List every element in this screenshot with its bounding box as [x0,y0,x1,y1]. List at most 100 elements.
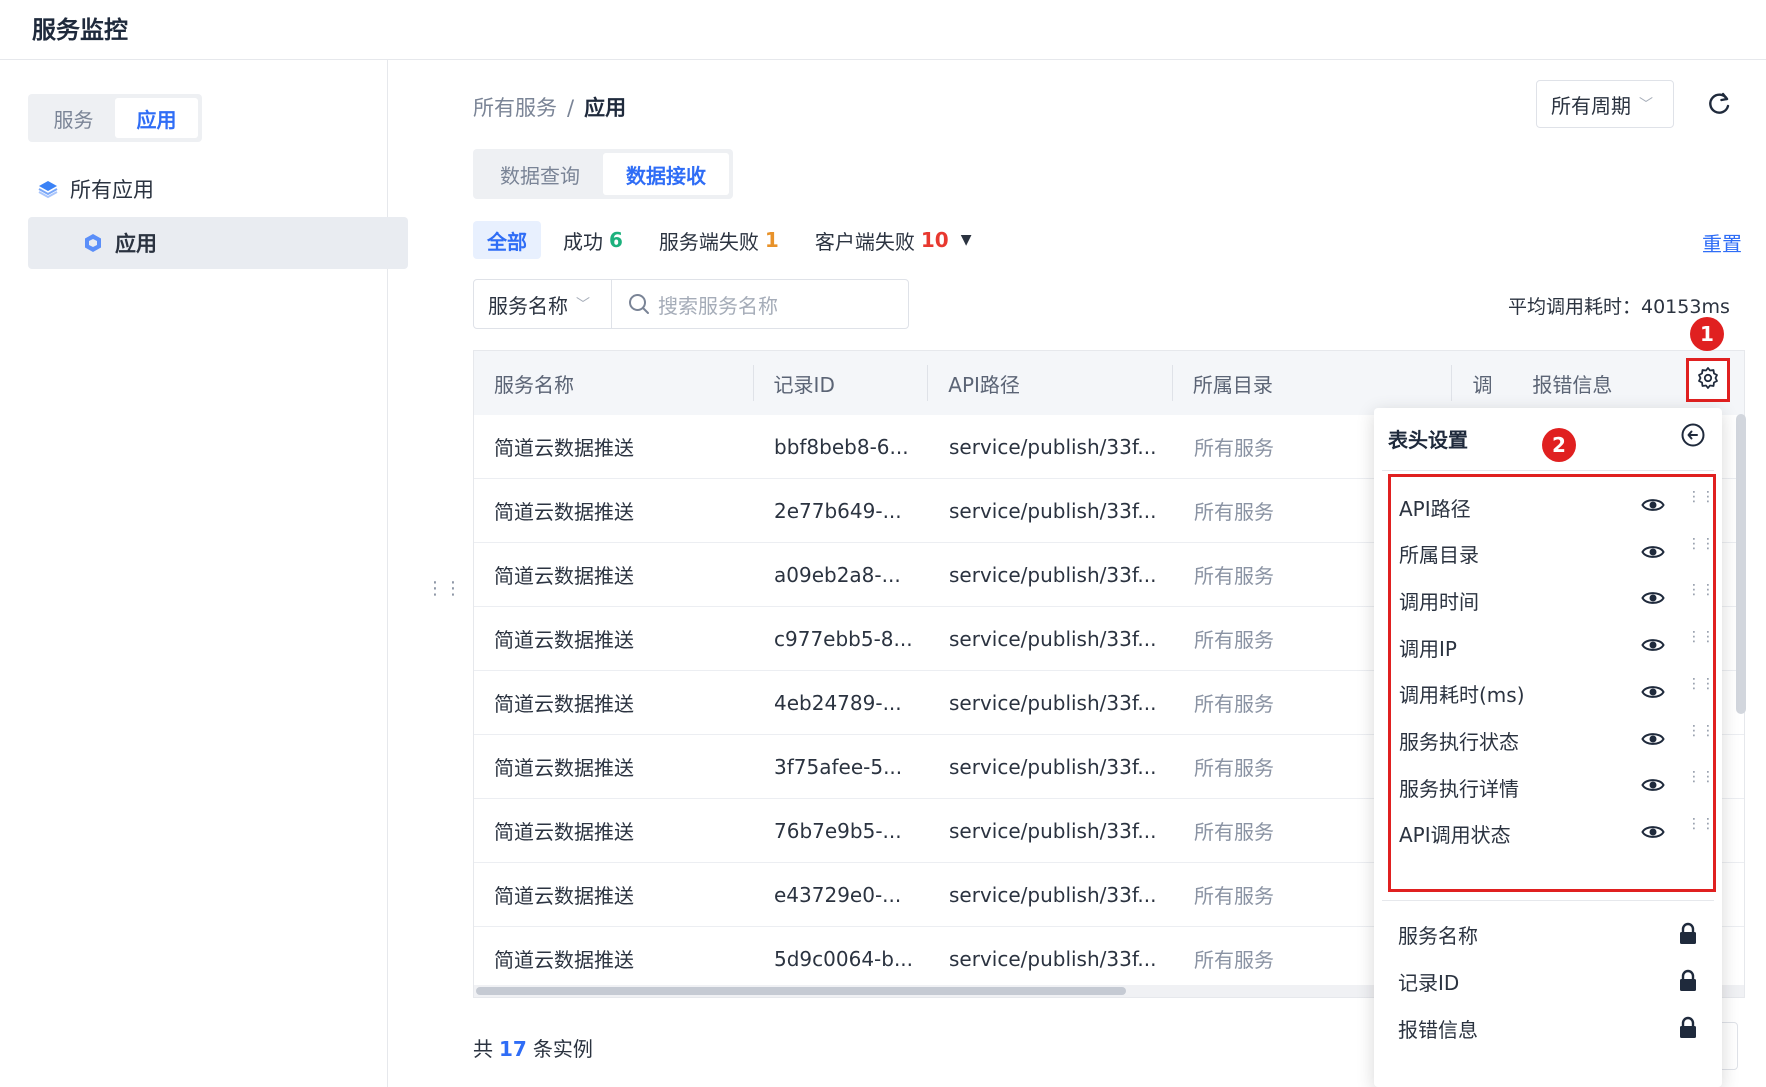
table-cell: 4eb24789-... [774,690,902,715]
eye-icon[interactable] [1641,729,1665,753]
panel-divider [1382,900,1714,901]
eye-icon[interactable] [1641,822,1665,846]
drag-handle-icon[interactable]: ⋮⋮ [1687,537,1715,551]
column-toggle-item[interactable]: 服务执行详情 ⋮⋮ [1399,761,1715,813]
column-toggle-label: 调用IP [1399,636,1457,661]
table-cell: e43729e0-... [774,882,902,907]
segment-service[interactable]: 服务 [32,98,115,138]
drag-handle-icon[interactable]: ⋮⋮ [1687,817,1715,831]
tree-item-all-apps[interactable]: 所有应用 [38,174,154,204]
table-cell: 5d9c0064-b... [774,946,914,971]
column-header-directory[interactable]: 所属目录 [1173,351,1453,415]
sidebar-segment-switch: 服务 应用 [28,94,202,142]
annotation-badge-1: 1 [1690,317,1724,351]
panel-divider [1382,470,1714,471]
table-cell: service/publish/33f... [949,818,1157,843]
sidebar-resize-handle[interactable]: ⋮⋮ [426,580,462,598]
reset-link[interactable]: 重置 [1702,228,1742,257]
table-cell: 简道云数据推送 [494,564,634,588]
eye-icon[interactable] [1641,775,1665,799]
eye-icon[interactable] [1641,542,1665,566]
table-cell: bbf8beb8-6... [774,434,909,459]
column-toggle-label: API路径 [1399,496,1471,521]
column-header-record-id[interactable]: 记录ID [754,351,929,415]
column-toggle-item[interactable]: 调用IP ⋮⋮ [1399,621,1715,673]
column-toggle-label: API调用状态 [1399,823,1511,848]
search-placeholder: 搜索服务名称 [658,293,778,318]
eye-icon[interactable] [1641,682,1665,706]
locked-column-label: 服务名称 [1398,923,1478,948]
table-cell: 简道云数据推送 [494,884,634,908]
status-filters: 全部 成功 6 服务端失败 1 客户端失败 10 ▼ [473,220,993,260]
breadcrumb-root[interactable]: 所有服务 [473,96,557,120]
period-select[interactable]: 所有周期 ﹀ [1536,80,1674,128]
column-header-call-truncated[interactable]: 调 [1452,351,1512,415]
table-cell: 简道云数据推送 [494,692,634,716]
table-cell: 简道云数据推送 [494,500,634,524]
search-input[interactable]: 搜索服务名称 [612,290,778,319]
search-field-select[interactable]: 服务名称 ﹀ [474,280,612,328]
filter-success[interactable]: 成功 6 [549,221,637,259]
filter-all[interactable]: 全部 [473,221,541,259]
search-field-value: 服务名称 [488,293,568,318]
column-toggle-item[interactable]: 服务执行状态 ⋮⋮ [1399,715,1715,767]
column-toggle-item[interactable]: API路径 ⋮⋮ [1399,481,1715,533]
breadcrumb-current: 应用 [584,96,627,120]
drag-handle-icon[interactable]: ⋮⋮ [1687,490,1715,504]
drag-handle-icon[interactable]: ⋮⋮ [1687,770,1715,784]
breadcrumb: 所有服务 / 应用 [473,92,626,122]
column-header-api-path[interactable]: API路径 [928,351,1173,415]
total-number: 17 [499,1037,527,1061]
locked-column-label: 报错信息 [1398,1017,1478,1042]
column-settings-button[interactable] [1686,358,1730,402]
tab-data-receive[interactable]: 数据接收 [603,153,729,195]
restore-icon[interactable] [1680,422,1706,448]
table-cell: a09eb2a8-... [774,562,901,587]
top-bar: 服务监控 [0,0,1766,60]
tab-data-query[interactable]: 数据查询 [477,153,603,195]
eye-icon[interactable] [1641,495,1665,519]
tree-child-label: 应用 [115,232,157,256]
column-toggle-label: 服务执行详情 [1399,776,1519,801]
table-cell: service/publish/33f... [949,434,1157,459]
gear-icon [1696,366,1720,394]
table-cell: service/publish/33f... [949,690,1157,715]
filter-server-fail-count: 1 [764,228,779,252]
drag-handle-icon[interactable]: ⋮⋮ [1687,583,1715,597]
column-toggle-item[interactable]: 调用时间 ⋮⋮ [1399,574,1715,626]
eye-icon[interactable] [1641,635,1665,659]
column-toggle-label: 调用时间 [1399,589,1479,614]
vertical-scrollbar[interactable] [1736,414,1746,714]
segment-app[interactable]: 应用 [115,98,198,138]
table-cell: 2e77b649-... [774,498,902,523]
filter-client-fail[interactable]: 客户端失败 10 ▼ [801,221,986,259]
filter-client-fail-count: 10 [920,228,949,252]
locked-column-item: 报错信息 [1398,1002,1698,1054]
column-toggle-item[interactable]: API调用状态 ⋮⋮ [1399,808,1715,860]
column-toggle-item[interactable]: 调用耗时(ms) ⋮⋮ [1399,668,1715,720]
table-cell: service/publish/33f... [949,498,1157,523]
caret-down-icon[interactable]: ▼ [961,232,972,248]
period-select-value: 所有周期 [1551,93,1631,118]
drag-handle-icon[interactable]: ⋮⋮ [1687,724,1715,738]
table-cell: service/publish/33f... [949,946,1157,971]
column-toggle-item[interactable]: 所属目录 ⋮⋮ [1399,528,1715,580]
refresh-icon[interactable] [1706,91,1732,117]
horizontal-scrollbar-thumb[interactable] [476,987,1126,995]
cube-icon [83,233,103,253]
tree-item-app[interactable]: 应用 [28,217,408,269]
total-count: 共 17 条实例 [473,1033,593,1062]
drag-handle-icon[interactable]: ⋮⋮ [1687,677,1715,691]
filter-success-label: 成功 [563,229,603,254]
eye-icon[interactable] [1641,588,1665,612]
table-cell: 简道云数据推送 [494,820,634,844]
drag-handle-icon[interactable]: ⋮⋮ [1687,630,1715,644]
table-cell: 简道云数据推送 [494,436,634,460]
filter-client-fail-label: 客户端失败 [814,229,915,254]
total-suffix: 条实例 [532,1037,593,1061]
table-cell: 简道云数据推送 [494,948,634,972]
visible-columns-group: API路径 ⋮⋮ 所属目录 ⋮⋮ 调用时间 ⋮⋮ 调用IP ⋮⋮ 调用耗时(ms) ⋮⋮ 服务执行状… [1388,474,1716,892]
view-tabs: 数据查询 数据接收 [473,149,733,199]
filter-server-fail[interactable]: 服务端失败 1 [645,221,793,259]
column-header-service-name[interactable]: 服务名称 [474,351,754,415]
